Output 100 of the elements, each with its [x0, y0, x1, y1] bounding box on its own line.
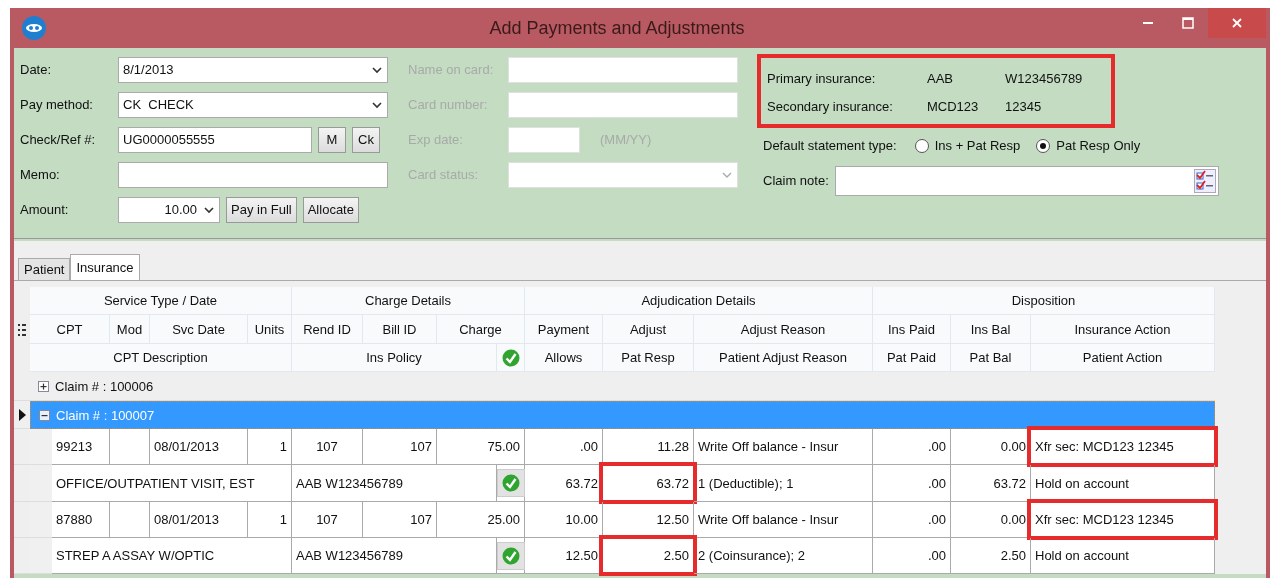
table-cell: .00 — [873, 502, 951, 538]
insurance-plan: MCD123 — [927, 98, 980, 114]
row-indent — [30, 538, 52, 574]
insurance-policy: 12345 — [1005, 98, 1042, 114]
insurance-label: Secondary insurance: — [767, 98, 894, 114]
maximize-icon — [1182, 17, 1194, 29]
column-header: Units — [248, 315, 292, 344]
chevron-down-icon — [371, 99, 383, 110]
column-header: Patient Adjust Reason — [694, 344, 873, 372]
field-label: Pay method: — [20, 97, 94, 112]
table-cell: 87880 — [52, 502, 110, 538]
column-group-header: Disposition — [873, 287, 1215, 315]
column-group-header: Adjudication Details — [525, 287, 873, 315]
column-header: Adjust — [603, 315, 694, 344]
table-cell: .00 — [525, 429, 603, 465]
radio-button[interactable] — [1036, 138, 1051, 153]
table-cell: 0.00 — [951, 429, 1031, 465]
row-indent — [30, 502, 52, 538]
radio-label[interactable]: Ins + Pat Resp — [934, 138, 1021, 153]
check-icon — [501, 474, 520, 492]
checklist-icon — [1193, 168, 1216, 193]
close-button[interactable] — [1208, 8, 1266, 38]
check-icon — [501, 546, 520, 565]
row-header — [14, 502, 30, 538]
table-cell: .00 — [873, 538, 951, 574]
table-cell: STREP A ASSAY W/OPTIC — [52, 538, 292, 574]
table-cell — [110, 429, 150, 465]
table-cell — [110, 502, 150, 538]
column-header: Insurance Action — [1031, 315, 1215, 344]
field-label: Amount: — [20, 202, 70, 217]
insurance-plan: AAB — [927, 70, 954, 86]
claim-group-row[interactable]: Claim # : 100006 — [30, 372, 1215, 401]
table-cell: 63.72 — [951, 465, 1031, 502]
radio-label[interactable]: Pat Resp Only — [1056, 138, 1141, 153]
field-label: Check/Ref #: — [20, 132, 97, 147]
table-cell: 107 — [363, 429, 437, 465]
button[interactable]: M — [318, 126, 346, 153]
column-header: Charge — [437, 315, 525, 344]
field-label: Date: — [20, 62, 53, 77]
table-cell: Hold on account — [1031, 538, 1215, 574]
table-cell: 1 — [248, 502, 292, 538]
table-cell: 1 — [248, 429, 292, 465]
memo-field[interactable] — [118, 161, 388, 188]
table-cell: 25.00 — [437, 502, 525, 538]
chevron-down-icon — [203, 204, 215, 215]
table-cell: 11.28 — [603, 429, 694, 465]
column-header: Ins Policy — [292, 344, 497, 372]
insurance-policy: W123456789 — [1005, 70, 1083, 86]
field-label: Memo: — [20, 167, 61, 182]
table-cell: 1 (Deductible); 1 — [694, 465, 873, 502]
radio-button[interactable] — [914, 138, 929, 153]
table-cell: 2.50 — [603, 538, 694, 574]
row-indent — [30, 465, 52, 502]
check-ref-field[interactable]: UG0000055555 — [118, 126, 312, 153]
column-header: Pat Resp — [603, 344, 694, 372]
table-cell: Hold on account — [1031, 465, 1215, 502]
column-header: Svc Date — [150, 315, 248, 344]
close-icon — [1231, 17, 1243, 29]
collapse-icon[interactable] — [39, 409, 50, 421]
column-header: Pat Bal — [951, 344, 1031, 372]
column-group-header: Service Type / Date — [30, 287, 292, 315]
pay-method-dropdown[interactable]: CK CHECK — [118, 91, 388, 118]
table-cell: 107 — [292, 502, 363, 538]
tab[interactable]: Insurance — [70, 254, 140, 280]
tab[interactable]: Patient — [18, 258, 71, 280]
app-logo-icon — [22, 16, 46, 40]
expand-icon[interactable] — [38, 380, 49, 392]
row-header — [14, 465, 30, 502]
amount-dropdown[interactable]: 10.00 — [118, 196, 220, 223]
list-icon — [18, 323, 26, 336]
table-cell: 2 (Coinsurance); 2 — [694, 538, 873, 574]
column-header: Mod — [110, 315, 150, 344]
claim-note-field[interactable] — [834, 165, 1219, 196]
table-cell: 99213 — [52, 429, 110, 465]
button[interactable]: Allocate — [302, 196, 359, 223]
table-cell: AAB W123456789 — [292, 538, 497, 574]
row-indent — [30, 429, 52, 465]
table-cell: 75.00 — [437, 429, 525, 465]
column-header: Pat Paid — [873, 344, 951, 372]
window-title: Add Payments and Adjustments — [488, 17, 746, 39]
column-header: Bill ID — [363, 315, 437, 344]
table-cell: Write Off balance - Insur — [694, 502, 873, 538]
button[interactable]: Ck — [352, 126, 380, 153]
check-icon — [501, 348, 520, 367]
button[interactable]: Pay in Full — [226, 196, 297, 223]
insurance-label: Primary insurance: — [767, 70, 877, 86]
column-header: CPT — [30, 315, 110, 344]
table-cell: 107 — [363, 502, 437, 538]
column-header: Ins Paid — [873, 315, 951, 344]
column-header: Adjust Reason — [694, 315, 873, 344]
column-group-header: Charge Details — [292, 287, 525, 315]
table-cell: Write Off balance - Insur — [694, 429, 873, 465]
column-header: CPT Description — [30, 344, 292, 372]
table-cell: 10.00 — [525, 502, 603, 538]
table-cell: 08/01/2013 — [150, 502, 248, 538]
date-dropdown[interactable]: 8/1/2013 — [118, 56, 388, 83]
table-cell: Xfr sec: MCD123 12345 — [1031, 429, 1215, 465]
table-cell: 107 — [292, 429, 363, 465]
column-header: Allows — [525, 344, 603, 372]
table-cell: 12.50 — [603, 502, 694, 538]
